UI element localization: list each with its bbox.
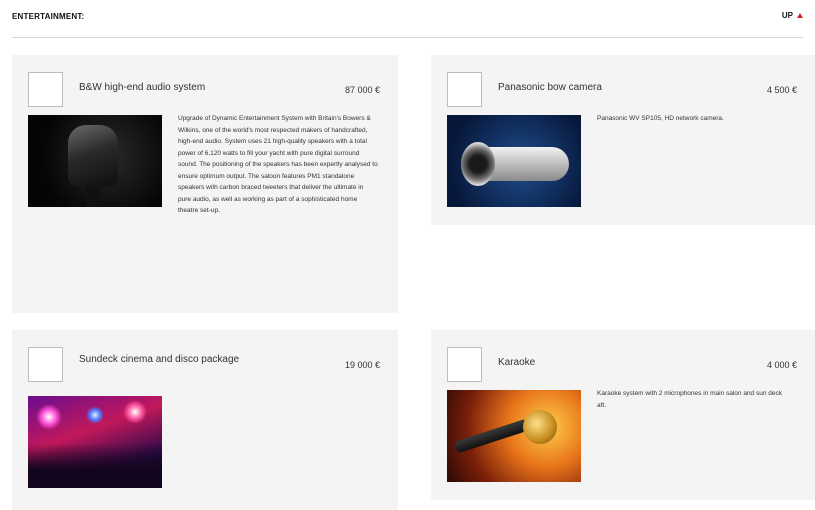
section-title: ENTERTAINMENT: [12, 12, 85, 21]
option-price: 19 000 € [344, 360, 380, 370]
select-checkbox[interactable] [447, 347, 482, 382]
speaker-shape [68, 125, 118, 187]
arrow-up-icon [797, 13, 803, 18]
disco-image [28, 396, 162, 488]
option-price: 4 500 € [766, 85, 797, 95]
microphone-head-shape [523, 410, 557, 444]
option-card-audio: B&W high-end audio system 87 000 € Upgra… [12, 55, 398, 313]
speaker-stand-shape [86, 185, 100, 207]
option-name: Sundeck cinema and disco package [79, 354, 240, 365]
option-card-karaoke: Karaoke 4 000 € Karaoke system with 2 mi… [431, 330, 815, 500]
crowd-silhouette [28, 443, 162, 488]
select-checkbox[interactable] [28, 72, 63, 107]
section-header: ENTERTAINMENT: UP [12, 0, 803, 38]
camera-image [447, 115, 581, 207]
up-label: UP [781, 11, 793, 20]
speaker-image [28, 115, 162, 207]
option-description: Karaoke system with 2 microphones in mai… [597, 390, 782, 409]
camera-lens-shape [461, 142, 495, 186]
select-checkbox[interactable] [28, 347, 63, 382]
option-name: Karaoke [498, 357, 536, 368]
option-card-camera: Panasonic bow camera 4 500 € Panasonic W… [431, 55, 815, 225]
option-description: Upgrade of Dynamic Entertainment System … [178, 115, 378, 214]
select-checkbox[interactable] [447, 72, 482, 107]
option-price: 4 000 € [766, 360, 797, 370]
option-card-cinema: Sundeck cinema and disco package 19 000 … [12, 330, 398, 510]
scroll-up-link[interactable]: UP [782, 11, 803, 20]
microphone-image [447, 390, 581, 482]
option-price: 87 000 € [344, 85, 380, 95]
microphone-handle-shape [453, 418, 532, 454]
option-name: Panasonic bow camera [498, 82, 602, 93]
stage-light-shape [86, 406, 104, 424]
stage-light-shape [36, 404, 62, 430]
stage-light-shape [123, 400, 147, 424]
option-description: Panasonic WV SP105, HD network camera. [597, 115, 724, 122]
option-name: B&W high-end audio system [79, 82, 206, 93]
